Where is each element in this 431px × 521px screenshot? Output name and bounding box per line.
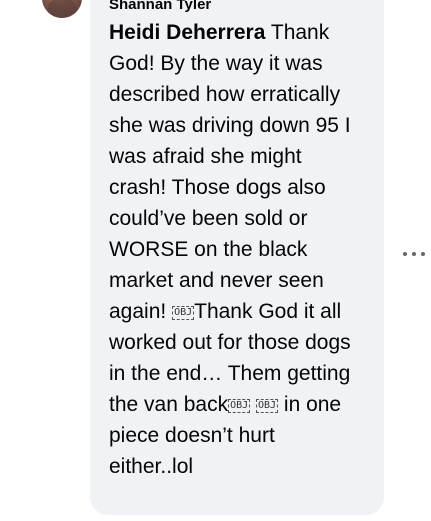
avatar[interactable] <box>42 0 82 18</box>
mention-link[interactable]: Heidi Deherrera <box>109 21 265 44</box>
comment-bubble: Shannan Tyler Heidi Deherrera Thank God!… <box>90 0 384 515</box>
object-replacement-glyph: OBJ <box>256 399 279 413</box>
more-dot <box>403 252 407 256</box>
object-replacement-glyph: OBJ <box>228 399 251 413</box>
more-dot <box>412 252 416 256</box>
comment-text-part-1: Thank God! By the way it was described h… <box>109 21 351 323</box>
comment: Shannan Tyler Heidi Deherrera Thank God!… <box>0 0 431 521</box>
more-horizontal-icon[interactable] <box>403 247 425 261</box>
more-dot <box>421 252 425 256</box>
comment-text: Heidi Deherrera Thank God! By the way it… <box>109 17 364 482</box>
comment-author[interactable]: Shannan Tyler <box>109 0 384 14</box>
object-replacement-glyph: OBJ <box>172 306 195 320</box>
